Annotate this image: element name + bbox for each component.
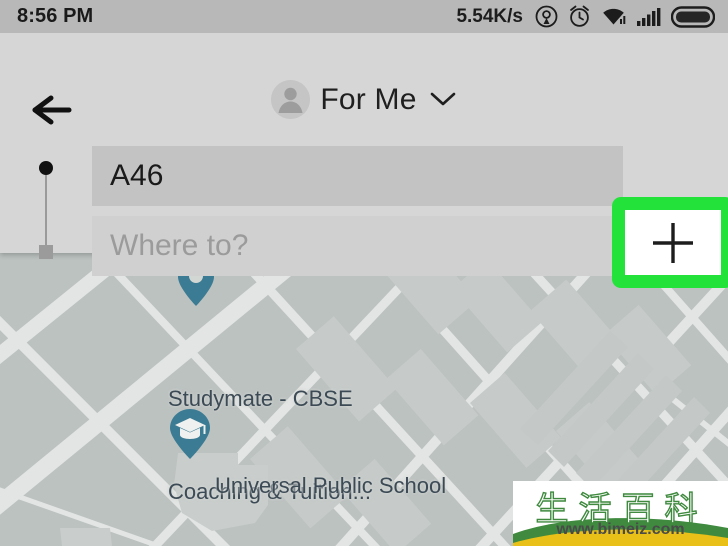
status-icons: 5.54K/s [456, 5, 715, 28]
route-rail [36, 161, 56, 261]
origin-input[interactable]: A46 [92, 146, 623, 206]
route-origin-dot-icon [39, 161, 53, 175]
person-avatar-icon [271, 80, 311, 119]
alarm-clock-icon [570, 5, 589, 27]
wifi-icon [603, 8, 626, 25]
add-stop-button[interactable] [625, 210, 721, 275]
chevron-down-icon[interactable] [429, 90, 457, 113]
account-selector[interactable]: For Me [0, 80, 728, 119]
plus-icon [653, 222, 693, 263]
destination-input[interactable]: Where to? [92, 216, 623, 276]
watermark-url: www.bimeiz.com [556, 521, 685, 538]
account-title: For Me [320, 82, 417, 116]
gps-icon [535, 5, 558, 28]
add-stop-highlight [612, 197, 728, 288]
avatar [271, 80, 311, 119]
search-panel: For Me A46 Where to? [0, 33, 728, 288]
route-destination-square-icon [39, 245, 53, 259]
status-bar: 8:56 PM 5.54K/s [0, 0, 728, 33]
route-connector-line [45, 175, 47, 247]
phone-screen: Studymate - CBSE Coaching & Tuition... U… [0, 0, 728, 546]
network-speed-text: 5.54K/s [456, 5, 523, 27]
status-time: 8:56 PM [17, 5, 94, 27]
cellular-signal-icon [637, 7, 661, 26]
battery-icon [671, 5, 715, 28]
watermark: 生活百科 www.bimeiz.com [513, 481, 728, 546]
